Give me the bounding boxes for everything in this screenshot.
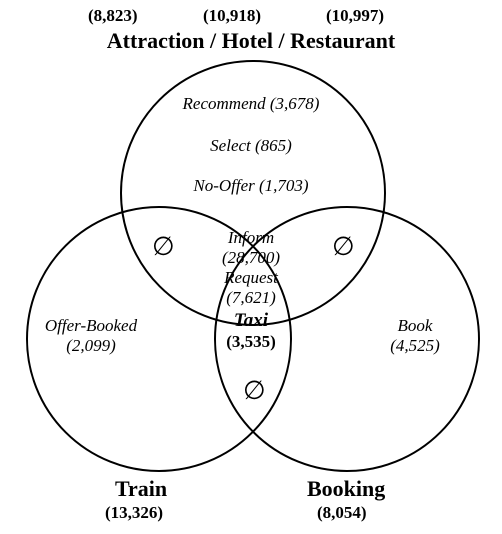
booking-count: (8,054) — [317, 503, 367, 523]
venn-diagram: (8,823) (10,918) (10,997) Attraction / H… — [0, 0, 502, 534]
region-left-only: Offer-Booked (2,099) — [31, 316, 151, 355]
region-right-only: Book (4,525) — [370, 316, 460, 355]
train-label: Train — [115, 476, 167, 501]
restaurant-count: (10,997) — [326, 6, 384, 26]
region-center-inform: Inform (28,700) — [0, 228, 502, 267]
attraction-count: (8,823) — [88, 6, 138, 26]
region-center-request: Request (7,621) — [0, 268, 502, 307]
top-set-title: Attraction / Hotel / Restaurant — [0, 28, 502, 53]
train-count: (13,326) — [105, 503, 163, 523]
hotel-count: (10,918) — [203, 6, 261, 26]
booking-label: Booking — [307, 476, 385, 501]
region-top-select: Select (865) — [0, 136, 502, 156]
region-top-nooffer: No-Offer (1,703) — [0, 176, 502, 196]
region-left-right-empty: ∅ — [243, 376, 266, 406]
region-top-recommend: Recommend (3,678) — [0, 94, 502, 114]
